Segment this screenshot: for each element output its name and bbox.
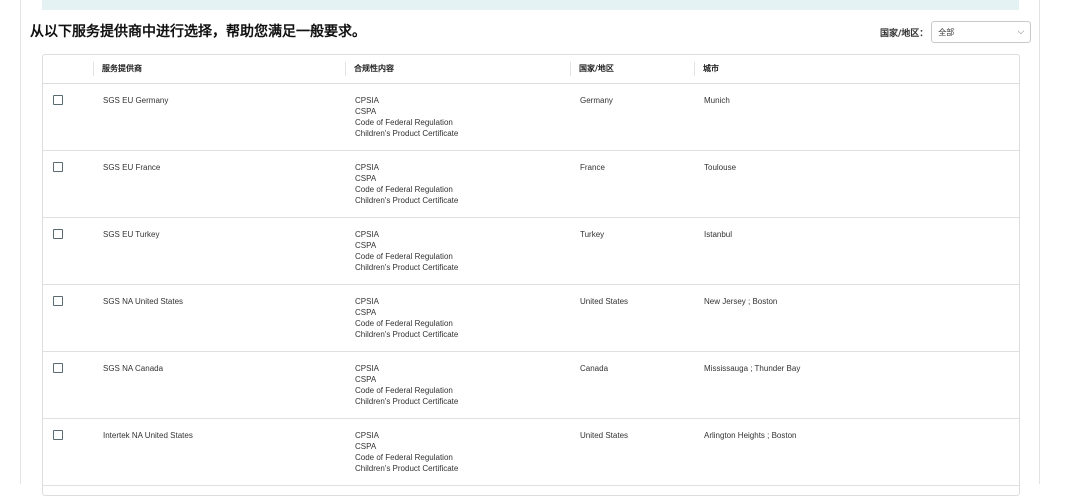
country-select-value: 全部 — [938, 27, 955, 37]
row-select-checkbox[interactable] — [53, 229, 63, 239]
country-filter-label: 国家/地区： — [880, 28, 929, 39]
compliance-list: CPSIA CSPA Code of Federal Regulation Child… — [355, 229, 458, 273]
compliance-list: CPSIA CSPA Code of Federal Regulation Child… — [355, 430, 458, 474]
compliance-item: Code of Federal Regulation — [355, 185, 453, 194]
table-row: SGS EU Turkey CPSIA CSPA Code of Federal Re… — [43, 218, 1019, 285]
table-body: SGS EU Germany CPSIA CSPA Code of Federal R… — [43, 84, 1019, 486]
city-value: New Jersey ; Boston — [704, 297, 778, 306]
country-value: United States — [580, 297, 629, 306]
compliance-item: CPSIA — [355, 230, 380, 239]
header-provider: 服务提供商 — [93, 62, 142, 76]
provider-name: Intertek NA United States — [103, 431, 193, 440]
country-filter: 国家/地区： 全部 ⌵ — [880, 21, 1032, 43]
table-header: 服务提供商 合规性内容 国家/地区 城市 — [43, 55, 1019, 84]
compliance-item: Children's Product Certificate — [355, 464, 459, 473]
compliance-list: CPSIA CSPA Code of Federal Regulation Child… — [355, 363, 458, 407]
row-select-checkbox[interactable] — [53, 95, 63, 105]
provider-name: SGS EU Turkey — [103, 230, 160, 239]
provider-name: SGS EU Germany — [103, 96, 169, 105]
row-select-checkbox[interactable] — [53, 430, 63, 440]
table-row: Intertek NA United States CPSIA CSPA Code o… — [43, 419, 1019, 486]
compliance-item: CSPA — [355, 308, 377, 317]
country-value: Germany — [580, 96, 613, 105]
header-country: 国家/地区 — [570, 62, 614, 76]
page-right-border — [1039, 0, 1040, 484]
provider-table: 服务提供商 合规性内容 国家/地区 城市 SGS EU Germany CPSIA… — [42, 54, 1020, 496]
country-select[interactable]: 全部 ⌵ — [931, 21, 1032, 43]
country-value: France — [580, 163, 605, 172]
compliance-list: CPSIA CSPA Code of Federal Regulation Child… — [355, 296, 458, 340]
header-compliance: 合规性内容 — [345, 62, 394, 76]
provider-name: SGS NA United States — [103, 297, 184, 306]
row-select-checkbox[interactable] — [53, 363, 63, 373]
compliance-item: Children's Product Certificate — [355, 330, 459, 339]
table-row: SGS EU France CPSIA CSPA Code of Federal Re… — [43, 151, 1019, 218]
compliance-list: CPSIA CSPA Code of Federal Regulation Child… — [355, 162, 458, 206]
table-row: SGS NA United States CPSIA CSPA Code of Fed… — [43, 285, 1019, 352]
city-value: Arlington Heights ; Boston — [704, 431, 797, 440]
country-value: Canada — [580, 364, 609, 373]
compliance-item: Children's Product Certificate — [355, 129, 459, 138]
page-left-border — [20, 0, 21, 484]
compliance-item: Code of Federal Regulation — [355, 319, 453, 328]
table-row: SGS NA Canada CPSIA CSPA Code of Federal Re… — [43, 352, 1019, 419]
compliance-item: CPSIA — [355, 364, 380, 373]
compliance-item: CSPA — [355, 241, 377, 250]
compliance-item: Code of Federal Regulation — [355, 386, 453, 395]
compliance-list: CPSIA CSPA Code of Federal Regulation Child… — [355, 95, 458, 139]
header-city: 城市 — [694, 62, 719, 76]
compliance-item: Children's Product Certificate — [355, 196, 459, 205]
compliance-item: CSPA — [355, 174, 377, 183]
compliance-item: CPSIA — [355, 163, 380, 172]
city-value: Munich — [704, 96, 730, 105]
compliance-item: CPSIA — [355, 431, 380, 440]
compliance-item: CSPA — [355, 442, 377, 451]
compliance-item: Code of Federal Regulation — [355, 118, 453, 127]
compliance-item: CPSIA — [355, 297, 380, 306]
compliance-item: CPSIA — [355, 96, 380, 105]
compliance-item: CSPA — [355, 107, 377, 116]
compliance-item: Code of Federal Regulation — [355, 453, 453, 462]
page-heading: 从以下服务提供商中进行选择，帮助您满足一般要求。 — [30, 24, 366, 40]
row-select-checkbox[interactable] — [53, 162, 63, 172]
compliance-item: CSPA — [355, 375, 377, 384]
table-row: SGS EU Germany CPSIA CSPA Code of Federal R… — [43, 84, 1019, 151]
city-value: Toulouse — [704, 163, 737, 172]
country-value: United States — [580, 431, 629, 440]
compliance-item: Code of Federal Regulation — [355, 252, 453, 261]
compliance-item: Children's Product Certificate — [355, 263, 459, 272]
provider-name: SGS EU France — [103, 163, 161, 172]
row-select-checkbox[interactable] — [53, 296, 63, 306]
country-value: Turkey — [580, 230, 605, 239]
city-value: Mississauga ; Thunder Bay — [704, 364, 801, 373]
compliance-item: Children's Product Certificate — [355, 397, 459, 406]
chevron-down-icon: ⌵ — [1017, 27, 1025, 37]
city-value: Istanbul — [704, 230, 733, 239]
info-banner — [42, 0, 1019, 10]
provider-name: SGS NA Canada — [103, 364, 164, 373]
